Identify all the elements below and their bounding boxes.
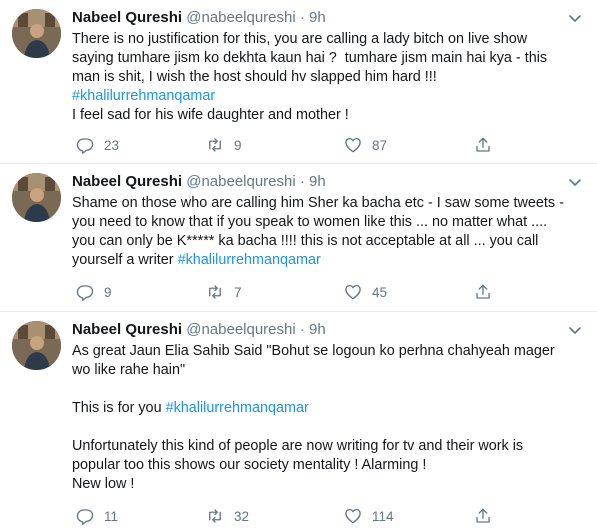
like-count: 45 (372, 284, 388, 300)
hashtag-link[interactable]: #khalilurrehmanqamar (166, 400, 309, 416)
chevron-down-icon[interactable] (567, 322, 583, 338)
tweet-time[interactable]: · 9h (300, 9, 326, 26)
heart-icon (345, 137, 361, 153)
tweet-actions: 23 9 87 (72, 135, 492, 155)
reply-icon (76, 138, 94, 154)
retweet-icon (209, 509, 221, 523)
reply-icon (76, 509, 94, 525)
tweet-header: Nabeel Qureshi @nabeelqureshi · 9h (72, 320, 326, 340)
like-button[interactable]: 87 (344, 135, 387, 155)
retweet-button[interactable]: 9 (206, 135, 242, 155)
heart-icon (345, 508, 361, 524)
like-count: 114 (372, 508, 394, 524)
like-count: 87 (372, 137, 388, 153)
tweet-line: As great Jaun Elia Sahib Said "Bohut se … (72, 343, 555, 359)
reply-count: 11 (104, 508, 119, 524)
tweet-line: This is for you (72, 400, 166, 416)
reply-count: 9 (104, 284, 112, 300)
tweet-line: wo like rahe hain" (72, 362, 186, 378)
author-handle[interactable]: @nabeelqureshi (186, 321, 295, 338)
author-name[interactable]: Nabeel Qureshi (72, 173, 182, 190)
share-icon (476, 284, 490, 299)
avatar[interactable] (12, 173, 61, 222)
tweet-feed: Nabeel Qureshi @nabeelqureshi · 9h There… (0, 0, 597, 532)
retweet-icon (209, 138, 221, 152)
like-button[interactable]: 114 (344, 506, 394, 526)
tweet-line: There is no justification for this, you … (72, 31, 528, 47)
tweet-time[interactable]: · 9h (300, 173, 326, 190)
tweet-line: saying tumhare jism ko dekhta kaun hai ?… (72, 50, 548, 66)
share-icon (476, 508, 490, 523)
tweet-time[interactable]: · 9h (300, 321, 326, 338)
share-button[interactable] (474, 506, 502, 526)
retweet-button[interactable]: 7 (206, 282, 242, 302)
tweet-line: popular too this shows our society menta… (72, 457, 427, 473)
share-button[interactable] (474, 135, 502, 155)
chevron-down-icon[interactable] (567, 10, 583, 26)
tweet-line: I feel sad for his wife daughter and mot… (72, 107, 349, 123)
retweet-button[interactable]: 32 (206, 506, 249, 526)
tweet-line: yourself a writer (72, 252, 178, 268)
tweet-text: Shame on those who are calling him Sher … (72, 194, 587, 270)
author-handle[interactable]: @nabeelqureshi (186, 9, 295, 26)
retweet-icon (209, 285, 221, 299)
retweet-count: 9 (234, 137, 242, 153)
tweet-header: Nabeel Qureshi @nabeelqureshi · 9h (72, 172, 326, 192)
share-button[interactable] (474, 282, 502, 302)
hashtag-link[interactable]: #khalilurrehmanqamar (72, 88, 215, 104)
tweet[interactable]: Nabeel Qureshi @nabeelqureshi · 9h As gr… (0, 312, 597, 532)
tweet-line: Unfortunately this kind of people are no… (72, 438, 524, 454)
tweet-actions: 9 7 45 (72, 282, 492, 302)
tweet-line: Shame on those who are calling him Sher … (72, 195, 564, 211)
like-button[interactable]: 45 (344, 282, 387, 302)
tweet-line: you need to know that if you speak to wo… (72, 214, 548, 230)
share-icon (476, 137, 490, 152)
reply-count: 23 (104, 137, 120, 153)
heart-icon (345, 284, 361, 300)
tweet[interactable]: Nabeel Qureshi @nabeelqureshi · 9h Shame… (0, 164, 597, 312)
reply-icon (76, 285, 94, 301)
reply-button[interactable]: 9 (76, 282, 112, 302)
reply-button[interactable]: 23 (76, 135, 119, 155)
author-handle[interactable]: @nabeelqureshi (186, 173, 295, 190)
avatar[interactable] (12, 9, 61, 58)
tweet[interactable]: Nabeel Qureshi @nabeelqureshi · 9h There… (0, 0, 597, 164)
tweet-text: As great Jaun Elia Sahib Said "Bohut se … (72, 342, 587, 494)
hashtag-link[interactable]: #khalilurrehmanqamar (178, 252, 321, 268)
tweet-actions: 11 32 114 (72, 506, 492, 526)
tweet-line: New low ! (72, 476, 135, 492)
author-name[interactable]: Nabeel Qureshi (72, 9, 182, 26)
retweet-count: 7 (234, 284, 242, 300)
retweet-count: 32 (234, 508, 250, 524)
author-name[interactable]: Nabeel Qureshi (72, 321, 182, 338)
tweet-line: man is shit, I wish the host should hv s… (72, 69, 437, 85)
chevron-down-icon[interactable] (567, 174, 583, 190)
avatar[interactable] (12, 321, 61, 370)
tweet-header: Nabeel Qureshi @nabeelqureshi · 9h (72, 8, 326, 28)
tweet-line: you can only be K***** ka bacha !!!! thi… (72, 233, 539, 249)
reply-button[interactable]: 11 (76, 506, 118, 526)
tweet-text: There is no justification for this, you … (72, 30, 587, 125)
